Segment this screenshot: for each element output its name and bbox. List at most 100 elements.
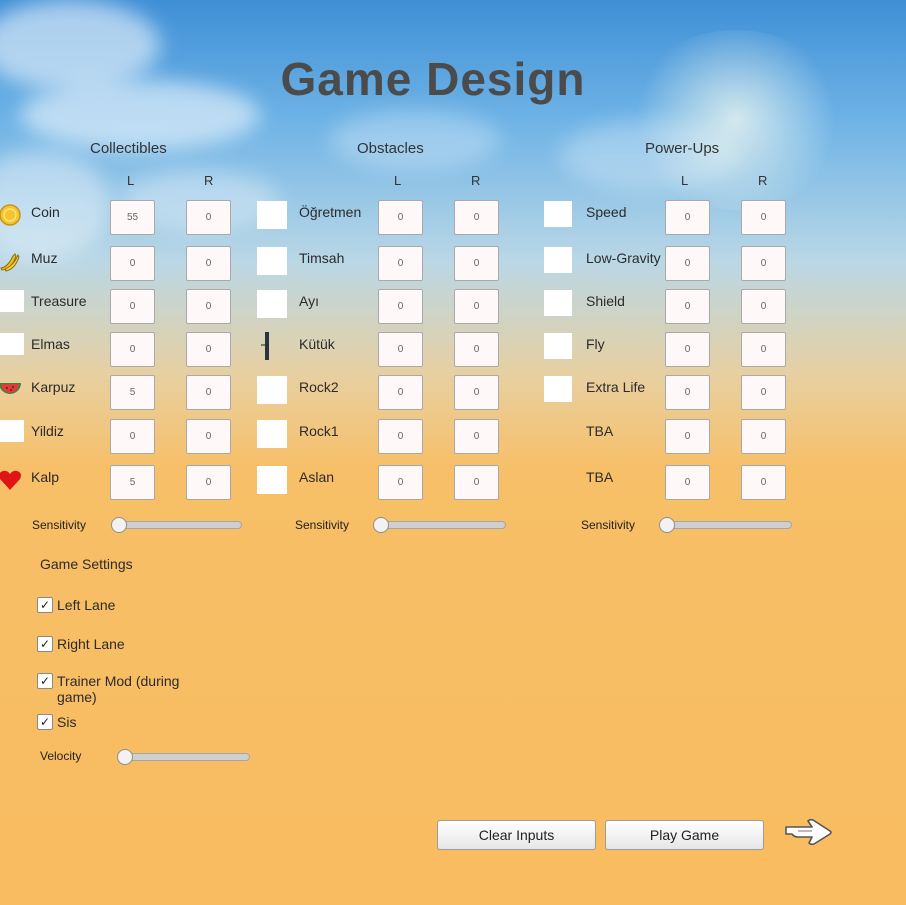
obstacles-0-image-placeholder xyxy=(257,201,287,229)
collectibles-item-label: Karpuz xyxy=(31,379,76,395)
obstacles-5-r-input[interactable]: 0 xyxy=(454,419,499,454)
log-icon xyxy=(255,332,279,360)
velocity-slider-thumb[interactable] xyxy=(117,749,133,765)
collectibles-4-l-input[interactable]: 5 xyxy=(110,375,155,410)
collectibles-5-r-input[interactable]: 0 xyxy=(186,419,231,454)
obstacles-1-l-input[interactable]: 0 xyxy=(378,246,423,281)
game-settings-title: Game Settings xyxy=(40,556,133,572)
obstacles-sensitivity-label: Sensitivity xyxy=(295,518,350,532)
collectibles-item-label: Kalp xyxy=(31,469,60,485)
powerups-col-r: R xyxy=(758,173,768,188)
game-setting-label: Right Lane xyxy=(57,636,125,652)
powerups-4-image-placeholder xyxy=(544,376,572,402)
obstacles-6-r-input[interactable]: 0 xyxy=(454,465,499,500)
game-setting-option[interactable]: ✓ Left Lane xyxy=(37,597,207,613)
obstacles-item-label: Rock2 xyxy=(299,379,339,395)
obstacles-6-l-input[interactable]: 0 xyxy=(378,465,423,500)
collectibles-5-image-placeholder xyxy=(0,420,24,442)
powerups-6-r-input[interactable]: 0 xyxy=(741,465,786,500)
powerups-1-l-input[interactable]: 0 xyxy=(665,246,710,281)
banana-icon xyxy=(0,249,22,273)
checkbox[interactable]: ✓ xyxy=(37,673,53,689)
obstacles-sensitivity-thumb[interactable] xyxy=(373,517,389,533)
powerups-sensitivity-thumb[interactable] xyxy=(659,517,675,533)
watermelon-icon xyxy=(0,378,22,402)
collectibles-0-l-input[interactable]: 55 xyxy=(110,200,155,235)
powerups-item-label: Shield xyxy=(586,293,625,309)
obstacles-2-r-input[interactable]: 0 xyxy=(454,289,499,324)
obstacles-3-l-input[interactable]: 0 xyxy=(378,332,423,367)
powerups-0-r-input[interactable]: 0 xyxy=(741,200,786,235)
collectibles-1-r-input[interactable]: 0 xyxy=(186,246,231,281)
checkbox[interactable]: ✓ xyxy=(37,714,53,730)
obstacles-4-l-input[interactable]: 0 xyxy=(378,375,423,410)
collectibles-item-label: Muz xyxy=(31,250,58,266)
obstacles-1-image-placeholder xyxy=(257,247,287,275)
powerups-3-l-input[interactable]: 0 xyxy=(665,332,710,367)
collectibles-4-r-input[interactable]: 0 xyxy=(186,375,231,410)
powerups-0-l-input[interactable]: 0 xyxy=(665,200,710,235)
powerups-5-r-input[interactable]: 0 xyxy=(741,419,786,454)
checkbox[interactable]: ✓ xyxy=(37,597,53,613)
game-setting-label: Left Lane xyxy=(57,597,116,613)
collectibles-2-l-input[interactable]: 0 xyxy=(110,289,155,324)
game-setting-option[interactable]: ✓ Sis xyxy=(37,714,207,730)
game-setting-option[interactable]: ✓ Trainer Mod (during game) xyxy=(37,673,207,705)
collectibles-sensitivity-label: Sensitivity xyxy=(32,518,87,532)
collectibles-3-image-placeholder xyxy=(0,333,24,355)
collectibles-item-label: Coin xyxy=(31,204,60,220)
collectibles-2-image-placeholder xyxy=(0,290,24,312)
collectibles-sensitivity-thumb[interactable] xyxy=(111,517,127,533)
obstacles-item-label: Aslan xyxy=(299,469,335,485)
powerups-5-l-input[interactable]: 0 xyxy=(665,419,710,454)
obstacles-5-image-placeholder xyxy=(257,420,287,448)
clear-inputs-button[interactable]: Clear Inputs xyxy=(437,820,596,850)
powerups-1-image-placeholder xyxy=(544,247,572,273)
velocity-slider[interactable] xyxy=(117,749,250,765)
powerups-0-image-placeholder xyxy=(544,201,572,227)
game-setting-option[interactable]: ✓ Right Lane xyxy=(37,636,207,652)
collectibles-3-r-input[interactable]: 0 xyxy=(186,332,231,367)
obstacles-sensitivity-slider[interactable] xyxy=(373,517,506,533)
obstacles-1-r-input[interactable]: 0 xyxy=(454,246,499,281)
collectibles-0-r-input[interactable]: 0 xyxy=(186,200,231,235)
powerups-1-r-input[interactable]: 0 xyxy=(741,246,786,281)
page-title: Game Design xyxy=(280,53,586,105)
powerups-item-label: Extra Life xyxy=(586,379,646,395)
velocity-label: Velocity xyxy=(40,749,82,763)
obstacles-0-l-input[interactable]: 0 xyxy=(378,200,423,235)
collectibles-1-l-input[interactable]: 0 xyxy=(110,246,155,281)
collectibles-6-r-input[interactable]: 0 xyxy=(186,465,231,500)
obstacles-col-l: L xyxy=(394,173,402,188)
powerups-2-r-input[interactable]: 0 xyxy=(741,289,786,324)
obstacles-0-r-input[interactable]: 0 xyxy=(454,200,499,235)
collectibles-sensitivity-slider[interactable] xyxy=(111,517,242,533)
powerups-6-l-input[interactable]: 0 xyxy=(665,465,710,500)
powerups-sensitivity-slider[interactable] xyxy=(659,517,792,533)
powerups-4-r-input[interactable]: 0 xyxy=(741,375,786,410)
collectibles-5-l-input[interactable]: 0 xyxy=(110,419,155,454)
powerups-3-r-input[interactable]: 0 xyxy=(741,332,786,367)
powerups-col-l: L xyxy=(681,173,689,188)
powerups-item-label: Speed xyxy=(586,204,627,220)
obstacles-2-l-input[interactable]: 0 xyxy=(378,289,423,324)
collectibles-3-l-input[interactable]: 0 xyxy=(110,332,155,367)
heart-icon xyxy=(0,468,22,492)
powerups-sensitivity-label: Sensitivity xyxy=(581,518,636,532)
obstacles-2-image-placeholder xyxy=(257,290,287,318)
powerups-item-label: TBA xyxy=(586,423,614,439)
obstacles-4-r-input[interactable]: 0 xyxy=(454,375,499,410)
collectibles-6-l-input[interactable]: 5 xyxy=(110,465,155,500)
powerups-2-l-input[interactable]: 0 xyxy=(665,289,710,324)
obstacles-3-r-input[interactable]: 0 xyxy=(454,332,499,367)
powerups-4-l-input[interactable]: 0 xyxy=(665,375,710,410)
checkbox[interactable]: ✓ xyxy=(37,636,53,652)
powerups-3-image-placeholder xyxy=(544,333,572,359)
powerups-2-image-placeholder xyxy=(544,290,572,316)
obstacles-item-label: Timsah xyxy=(299,250,345,266)
obstacles-5-l-input[interactable]: 0 xyxy=(378,419,423,454)
play-game-button[interactable]: Play Game xyxy=(605,820,764,850)
obstacles-item-label: Öğretmen xyxy=(299,204,362,220)
collectibles-2-r-input[interactable]: 0 xyxy=(186,289,231,324)
pointing-hand-arrow-icon[interactable] xyxy=(784,818,834,846)
